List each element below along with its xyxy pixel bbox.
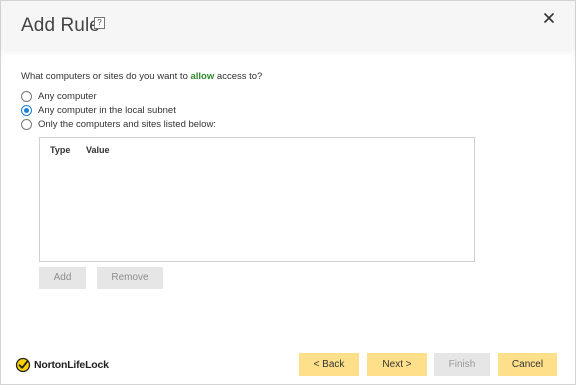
question-suffix: access to? (214, 71, 263, 82)
next-button[interactable]: Next > (367, 353, 427, 376)
option-label: Any computer in the local subnet (38, 104, 176, 116)
cancel-button[interactable]: Cancel (498, 353, 557, 376)
norton-check-icon (15, 357, 31, 373)
radio-listed-sites[interactable] (21, 118, 32, 130)
radio-any-computer[interactable] (21, 90, 32, 102)
help-icon[interactable]: ? (94, 17, 105, 29)
dialog-header: Add Rule ? (1, 1, 575, 49)
column-header-type[interactable]: Type (50, 145, 70, 155)
close-icon[interactable] (541, 10, 557, 26)
question-prefix: What computers or sites do you want to (21, 71, 191, 82)
back-button[interactable]: < Back (299, 353, 359, 376)
option-label: Any computer (38, 90, 97, 102)
dialog-title: Add Rule (21, 15, 100, 36)
finish-button[interactable]: Finish (434, 353, 490, 376)
add-rule-dialog: Add Rule ? What computers or sites do yo… (0, 0, 576, 385)
norton-logo: NortonLifeLock (15, 357, 109, 373)
column-header-value[interactable]: Value (86, 145, 110, 155)
logo-text: NortonLifeLock (34, 359, 109, 371)
radio-local-subnet[interactable] (21, 104, 32, 116)
computers-sites-list[interactable]: Type Value (39, 137, 475, 262)
question-emphasis: allow (190, 71, 215, 82)
option-label: Only the computers and sites listed belo… (38, 118, 216, 130)
option-local-subnet[interactable]: Any computer in the local subnet (21, 104, 176, 116)
access-question: What computers or sites do you want to a… (21, 71, 262, 82)
option-any-computer[interactable]: Any computer (21, 90, 97, 102)
option-listed-sites[interactable]: Only the computers and sites listed belo… (21, 118, 216, 130)
add-button[interactable]: Add (39, 267, 86, 289)
remove-button[interactable]: Remove (97, 267, 163, 289)
